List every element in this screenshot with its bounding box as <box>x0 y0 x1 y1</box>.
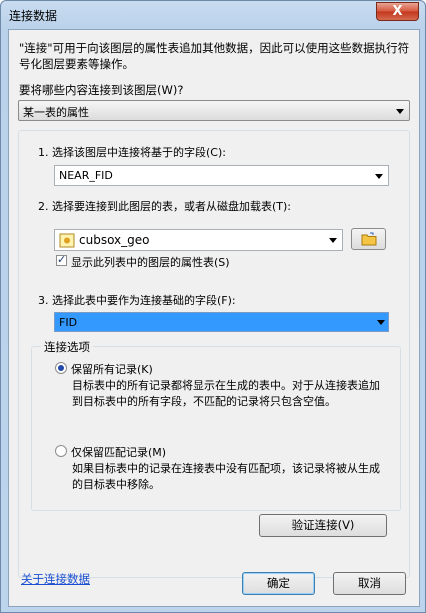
help-link[interactable]: 关于连接数据 <box>21 571 90 587</box>
folder-icon <box>361 232 377 246</box>
intro-text: "连接"可用于向该图层的属性表追加其他数据，因此可以使用这些数据执行符号化图层要… <box>19 41 410 71</box>
step2-label: 2. 选择要连接到此图层的表，或者从磁盘加载表(T): <box>38 200 291 213</box>
join-table-value: cubsox_geo <box>79 233 150 247</box>
chevron-down-icon <box>396 109 404 114</box>
window-title: 连接数据 <box>9 9 58 23</box>
join-field-value: FID <box>59 316 78 329</box>
keep-matching-label: 仅保留匹配记录(M) <box>71 446 167 459</box>
join-type-value: 某一表的属性 <box>23 106 89 119</box>
keep-all-label: 保留所有记录(K) <box>71 363 153 376</box>
show-layers-checkbox[interactable] <box>56 253 67 266</box>
show-layers-label: 显示此列表中的图层的属性表(S) <box>71 256 230 269</box>
cancel-button[interactable]: 取消 <box>333 572 406 595</box>
ok-button[interactable]: 确定 <box>242 572 315 595</box>
layer-field-dropdown[interactable]: NEAR_FID <box>54 165 389 186</box>
keep-matching-description: 如果目标表中的记录在连接表中没有匹配项，该记录将被从生成的目标表中移除。 <box>72 462 380 491</box>
step1-label: 1. 选择该图层中连接将基于的字段(C): <box>38 146 226 159</box>
join-options-title: 连接选项 <box>41 339 93 355</box>
keep-matching-radio[interactable] <box>55 445 67 457</box>
layer-field-value: NEAR_FID <box>59 169 113 182</box>
validate-join-button[interactable]: 验证连接(V) <box>259 514 387 537</box>
join-type-question: 要将哪些内容连接到该图层(W)? <box>19 83 184 97</box>
chevron-down-icon <box>377 320 385 325</box>
table-icon <box>59 233 75 248</box>
browse-button[interactable] <box>351 228 386 250</box>
chevron-down-icon <box>329 238 337 243</box>
join-type-dropdown[interactable]: 某一表的属性 <box>18 100 410 121</box>
title-bar[interactable]: 连接数据 X <box>1 1 425 29</box>
join-table-dropdown[interactable]: cubsox_geo <box>54 229 343 251</box>
keep-all-description: 目标表中的所有记录都将显示在生成的表中。对于从连接表追加到目标表中的所有字段，不… <box>72 379 380 408</box>
close-button[interactable]: X <box>376 2 419 21</box>
step3-label: 3. 选择此表中要作为连接基础的字段(F): <box>38 294 236 307</box>
dialog-body: "连接"可用于向该图层的属性表追加其他数据，因此可以使用这些数据执行符号化图层要… <box>8 29 420 607</box>
join-field-dropdown[interactable]: FID <box>54 312 389 332</box>
dialog-window: 连接数据 X "连接"可用于向该图层的属性表追加其他数据，因此可以使用这些数据执… <box>0 0 426 613</box>
chevron-down-icon <box>375 174 383 179</box>
keep-all-radio[interactable] <box>55 362 67 374</box>
